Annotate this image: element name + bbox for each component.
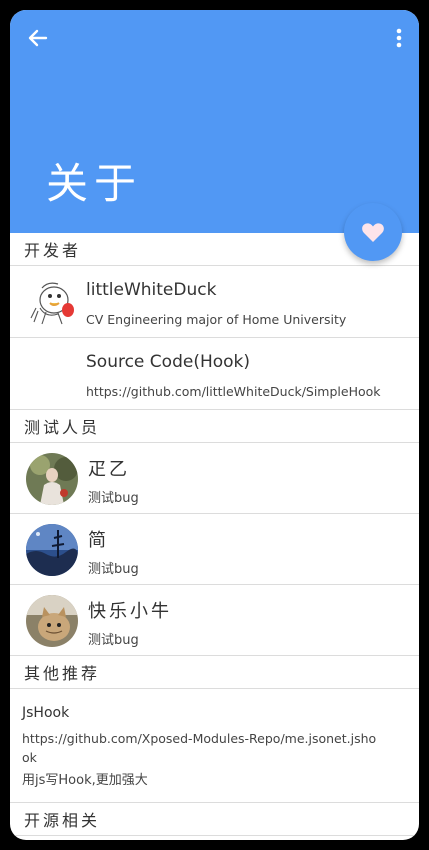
source-code-title: Source Code(Hook) — [86, 352, 251, 372]
tester-name: 快乐小牛 — [88, 601, 172, 622]
developer-description: CV Engineering major of Home University — [86, 312, 347, 327]
app-bar: 关于 — [10, 10, 419, 233]
tester-description: 测试bug — [88, 562, 139, 577]
section-header-testers: 测试人员 — [10, 410, 419, 443]
app-screen: 关于 开发者 littleWhiteDuck CV Engineering ma… — [10, 10, 419, 840]
section-header-recommend: 其他推荐 — [10, 656, 419, 689]
arrow-left-icon — [28, 29, 48, 47]
recommend-title: JsHook — [22, 705, 70, 721]
developer-name: littleWhiteDuck — [86, 280, 217, 300]
recommend-item[interactable]: JsHook https://github.com/Xposed-Modules… — [10, 689, 419, 803]
tester-name: 疋乙 — [88, 459, 130, 480]
more-options-button[interactable] — [389, 24, 409, 52]
tester-item[interactable]: 疋乙 测试bug — [10, 443, 419, 514]
tester-name: 简 — [88, 530, 109, 551]
tester-item[interactable]: 快乐小牛 测试bug — [10, 585, 419, 656]
source-code-url: https://github.com/littleWhiteDuck/Simpl… — [86, 384, 381, 399]
recommend-description: 用js写Hook,更加强大 — [22, 773, 148, 788]
avatar-photo — [26, 524, 78, 576]
tester-description: 测试bug — [88, 491, 139, 506]
source-code-item[interactable]: Source Code(Hook) https://github.com/lit… — [10, 338, 419, 410]
tester-avatar — [26, 595, 78, 647]
about-list: 开发者 littleWhiteDuck CV Engineering major… — [10, 233, 419, 836]
duck-illustration — [30, 282, 74, 325]
heart-icon — [362, 223, 384, 242]
more-vert-icon — [396, 28, 402, 48]
back-button[interactable] — [24, 24, 52, 52]
favorite-button[interactable] — [344, 203, 402, 261]
recommend-url: https://github.com/Xposed-Modules-Repo/m… — [22, 731, 377, 765]
tester-avatar — [26, 524, 78, 576]
avatar-photo — [26, 453, 78, 505]
tester-avatar — [26, 453, 78, 505]
tester-item[interactable]: 简 测试bug — [10, 514, 419, 585]
page-title: 关于 — [46, 159, 143, 208]
developer-item[interactable]: littleWhiteDuck CV Engineering major of … — [10, 266, 419, 338]
section-header-opensource: 开源相关 — [10, 803, 419, 836]
developer-avatar — [28, 278, 78, 328]
avatar-photo — [26, 595, 78, 647]
tester-description: 测试bug — [88, 633, 139, 648]
